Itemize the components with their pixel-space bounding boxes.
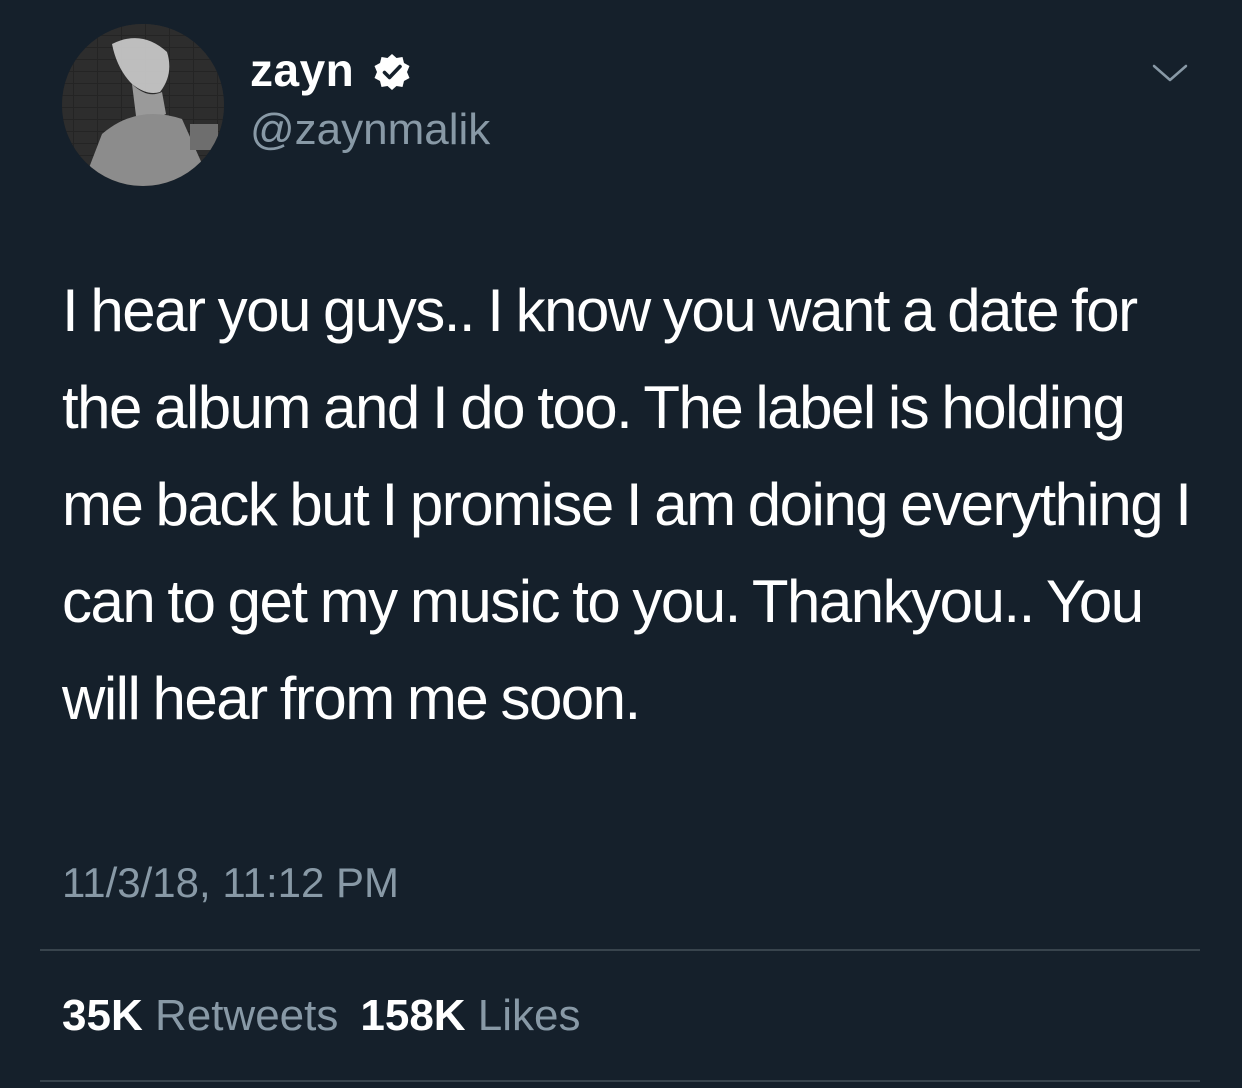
avatar-image	[62, 24, 224, 186]
avatar[interactable]	[62, 24, 224, 186]
likes-label: Likes	[477, 991, 581, 1040]
tweet-text: I hear you guys.. I know you want a date…	[62, 277, 1192, 732]
retweets-stat[interactable]: 35K Retweets	[62, 991, 338, 1040]
likes-stat[interactable]: 158K Likes	[360, 991, 580, 1040]
chevron-down-icon[interactable]	[1150, 58, 1190, 88]
display-name[interactable]: zayn	[250, 42, 354, 98]
likes-count: 158K	[360, 991, 466, 1040]
user-handle[interactable]: @zaynmalik	[250, 103, 490, 157]
tweet-stats: 35K Retweets 158K Likes	[62, 988, 581, 1044]
verified-badge-icon	[374, 54, 410, 90]
retweets-count: 35K	[62, 991, 143, 1040]
tweet-timestamp[interactable]: 11/3/18, 11:12 PM	[62, 855, 399, 911]
divider-bottom	[40, 1080, 1200, 1082]
tweet-detail: zayn @zaynmalik I hear you guys.. I know…	[0, 0, 1242, 1088]
divider	[40, 949, 1200, 951]
retweets-label: Retweets	[154, 991, 339, 1040]
